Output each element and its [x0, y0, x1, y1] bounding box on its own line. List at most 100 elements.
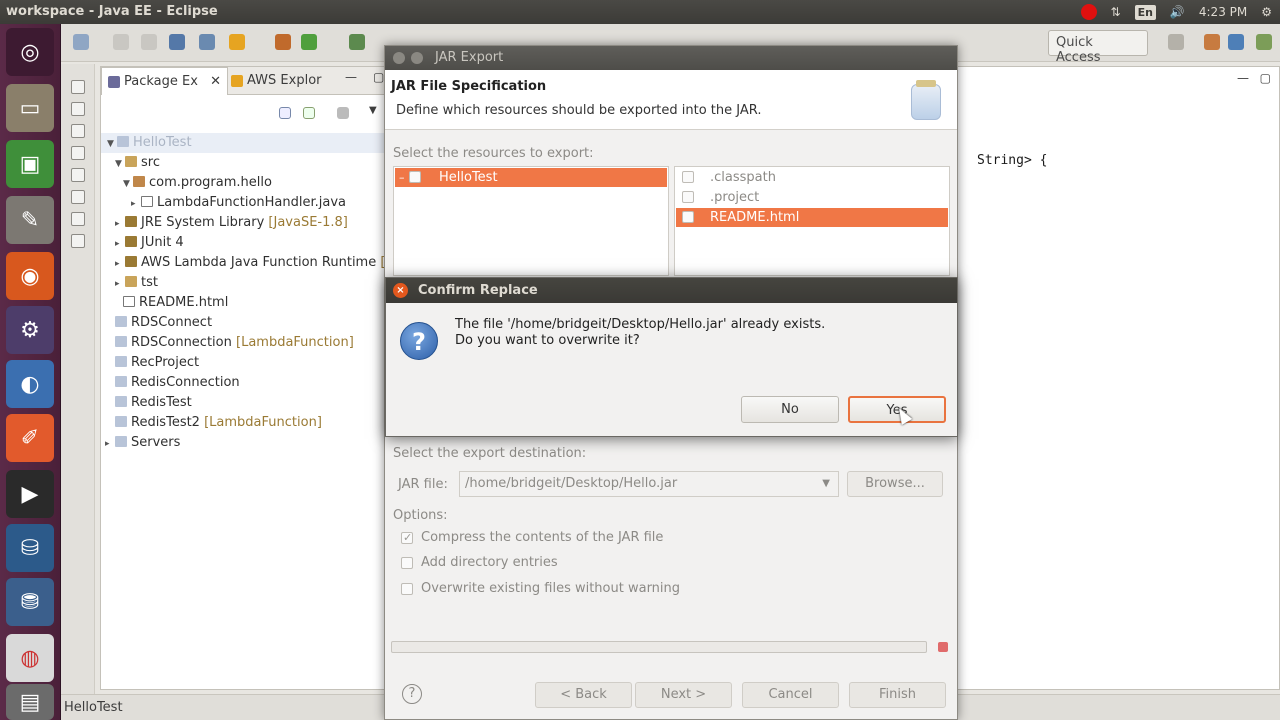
save-all-icon[interactable] — [141, 34, 157, 50]
markers-icon[interactable] — [71, 146, 85, 160]
tree-item-rdsconnect[interactable]: RDSConnect — [115, 313, 212, 333]
project-folder-icon — [117, 136, 129, 147]
network-arrows-icon[interactable]: ⇅ — [1111, 5, 1121, 19]
trash-icon[interactable]: ▤ — [6, 684, 54, 720]
maximize-icon[interactable]: ▢ — [373, 70, 384, 84]
volume-icon[interactable]: 🔊 — [1170, 5, 1185, 19]
resource-file-project[interactable]: .project — [676, 188, 948, 207]
tab-package-explorer[interactable]: Package Ex ✕ — [101, 67, 228, 95]
file-checkbox[interactable] — [682, 211, 694, 223]
resource-file-classpath[interactable]: .classpath — [676, 168, 948, 187]
debug-perspective-icon[interactable] — [1256, 34, 1272, 50]
terminal-app-icon[interactable]: ▣ — [6, 140, 54, 188]
tree-item-rdsconnection[interactable]: RDSConnection [LambdaFunction] — [115, 333, 354, 353]
file-checkbox[interactable] — [682, 191, 694, 203]
option-compress[interactable]: Compress the contents of the JAR file — [401, 529, 663, 547]
maximize-icon[interactable]: ▢ — [1260, 71, 1271, 85]
focus-icon[interactable] — [337, 107, 349, 119]
refresh-icon[interactable] — [301, 34, 317, 50]
tree-item-jre-library[interactable]: ▸ JRE System Library [JavaSE-1.8] — [115, 213, 348, 233]
postman-icon[interactable]: ✐ — [6, 414, 54, 462]
file-checkbox[interactable] — [682, 171, 694, 183]
link-with-editor-icon[interactable] — [303, 107, 315, 119]
collapse-all-icon[interactable] — [279, 107, 291, 119]
console-view-icon[interactable] — [71, 168, 85, 182]
tree-item-aws-runtime[interactable]: ▸AWS Lambda Java Function Runtime [1 — [115, 253, 394, 273]
tree-item-redistest[interactable]: RedisTest — [115, 393, 192, 413]
resource-item-hellotest[interactable]: – HelloTest — [395, 168, 667, 187]
back-button[interactable]: < Back — [535, 682, 632, 708]
restore-icon[interactable] — [71, 80, 85, 94]
tree-item-junit[interactable]: ▸ JUnit 4 — [115, 233, 184, 253]
tree-item-recproject[interactable]: RecProject — [115, 353, 199, 373]
quick-access-field[interactable]: Quick Access — [1048, 30, 1148, 65]
screen-recorder-icon[interactable]: ◐ — [6, 360, 54, 408]
cancel-button[interactable]: Cancel — [742, 682, 839, 708]
tree-item-package[interactable]: ▼ com.program.hello — [123, 173, 272, 193]
files-icon[interactable]: ▭ — [6, 84, 54, 132]
eclipse-javaee-icon[interactable]: ⚙ — [6, 306, 54, 354]
tree-item-servers[interactable]: ▸ Servers — [105, 433, 180, 453]
aws-icon[interactable] — [229, 34, 245, 50]
tree-item-redistest2[interactable]: RedisTest2 [LambdaFunction] — [115, 413, 322, 433]
finish-button[interactable]: Finish — [849, 682, 946, 708]
message-line: The file '/home/bridgeit/Desktop/Hello.j… — [455, 317, 826, 332]
stop-icon[interactable] — [938, 642, 948, 652]
chevron-down-icon[interactable]: ▼ — [822, 472, 830, 496]
firefox-icon[interactable]: ◉ — [6, 252, 54, 300]
snippets-icon[interactable] — [71, 234, 85, 248]
code-line[interactable]: String> { — [977, 153, 1047, 168]
jar-file-combo[interactable]: /home/bridgeit/Desktop/Hello.jar ▼ — [459, 471, 839, 497]
view-menu-chevron-down-icon[interactable]: ▼ — [369, 105, 377, 116]
resource-file-readme[interactable]: README.html — [676, 208, 948, 227]
pgadmin-icon[interactable]: ⛃ — [6, 578, 54, 626]
record-indicator-icon[interactable] — [1080, 4, 1097, 20]
text-editor-icon[interactable]: ✎ — [6, 196, 54, 244]
console-icon[interactable]: ▶ — [6, 470, 54, 518]
clock[interactable]: 4:23 PM — [1199, 5, 1247, 19]
save-icon[interactable] — [113, 34, 129, 50]
tree-item-src[interactable]: ▼ src — [115, 153, 160, 173]
mysql-workbench-icon[interactable]: ⛁ — [6, 524, 54, 572]
servers-view-icon[interactable] — [71, 190, 85, 204]
browse-button[interactable]: Browse... — [847, 471, 943, 497]
overwrite-checkbox[interactable] — [401, 583, 413, 595]
directory-entries-checkbox[interactable] — [401, 557, 413, 569]
new-icon[interactable] — [73, 34, 89, 50]
help-button[interactable]: ? — [402, 684, 422, 704]
no-button[interactable]: No — [741, 396, 839, 423]
new-server-icon[interactable] — [275, 34, 291, 50]
java-perspective-icon[interactable] — [1228, 34, 1244, 50]
collapse-icon[interactable]: – — [399, 168, 405, 187]
data-source-icon[interactable] — [71, 212, 85, 226]
option-overwrite[interactable]: Overwrite existing files without warning — [401, 580, 680, 598]
tab-aws-explorer[interactable]: AWS Explor — [227, 67, 322, 95]
next-button[interactable]: Next > — [635, 682, 732, 708]
tree-item-java-file[interactable]: ▸ LambdaFunctionHandler.java — [131, 193, 346, 213]
close-icon[interactable]: ✕ — [210, 74, 221, 89]
outline-icon[interactable] — [71, 124, 85, 138]
tree-item-hellotest[interactable]: ▼ HelloTest — [101, 133, 399, 153]
tree-item-redisconnection[interactable]: RedisConnection — [115, 373, 240, 393]
keyboard-layout-indicator[interactable]: En — [1134, 4, 1156, 20]
minimize-icon[interactable]: — — [345, 70, 357, 84]
close-icon[interactable]: × — [393, 283, 408, 298]
terminal-icon[interactable] — [169, 34, 185, 50]
minimize-icon[interactable] — [411, 52, 423, 64]
resource-checkbox[interactable] — [409, 171, 421, 183]
minimize-icon[interactable]: — — [1237, 71, 1249, 85]
chrome-icon[interactable]: ◍ — [6, 634, 54, 682]
option-directory-entries[interactable]: Add directory entries — [401, 554, 558, 572]
jar-icon — [911, 80, 941, 120]
javaee-perspective-icon[interactable] — [1204, 34, 1220, 50]
project-explorer-icon[interactable] — [71, 102, 85, 116]
skip-breakpoints-icon[interactable] — [199, 34, 215, 50]
ubuntu-dash-icon[interactable]: ◎ — [6, 28, 54, 76]
tree-item-tst[interactable]: ▸ tst — [115, 273, 158, 293]
tree-item-readme[interactable]: README.html — [123, 293, 228, 313]
debug-icon[interactable] — [349, 34, 365, 50]
compress-checkbox[interactable] — [401, 529, 413, 547]
open-perspective-icon[interactable] — [1168, 34, 1184, 50]
close-icon[interactable] — [393, 52, 405, 64]
settings-gear-icon[interactable]: ⚙ — [1261, 5, 1272, 19]
